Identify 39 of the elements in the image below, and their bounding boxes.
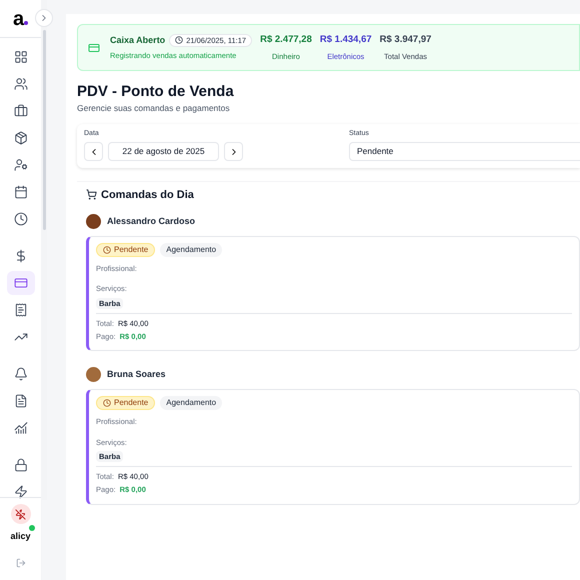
document-icon xyxy=(14,394,28,408)
client-name: Alessandro Cardoso xyxy=(107,214,196,228)
avatar xyxy=(86,367,101,382)
total-amount: R$ 2.477,28 xyxy=(260,32,312,47)
lightning-off-icon xyxy=(15,508,26,520)
logo: a xyxy=(12,8,28,28)
bell-icon xyxy=(14,367,28,381)
page-subtitle: Gerencie suas comandas e pagamentos xyxy=(77,102,231,114)
brand-logo: alicy xyxy=(10,532,31,541)
user-settings-icon xyxy=(14,158,28,172)
total-amount: R$ 1.434,67 xyxy=(320,32,372,47)
calendar-icon xyxy=(14,185,28,199)
orders-title: Comandas do Dia xyxy=(101,188,194,202)
lock-icon xyxy=(14,458,28,472)
date-field[interactable]: 22 de agosto de 2025 xyxy=(108,142,219,161)
receipt-icon xyxy=(14,303,28,317)
total-amount: R$ 3.947,97 xyxy=(380,32,432,47)
type-badge: Agendamento xyxy=(160,396,222,410)
users-icon xyxy=(14,77,28,91)
cash-title: Caixa Aberto xyxy=(110,34,166,47)
nav-item[interactable] xyxy=(6,271,34,295)
logout-icon[interactable] xyxy=(16,558,26,568)
disconnect-button[interactable] xyxy=(10,504,30,524)
card-icon xyxy=(88,42,100,54)
chart-icon xyxy=(14,421,28,435)
status-badge: Pendente xyxy=(96,243,156,257)
package-icon xyxy=(14,131,28,145)
briefcase-icon xyxy=(14,104,28,118)
status-select[interactable]: Pendente xyxy=(349,142,580,161)
cart-icon xyxy=(86,189,97,200)
dashboard-icon xyxy=(14,50,28,64)
avatar xyxy=(86,214,101,229)
clock-icon xyxy=(14,212,28,226)
client-name: Bruna Soares xyxy=(107,368,166,381)
credit-card-icon xyxy=(14,276,28,290)
page-title: PDV - Ponto de Venda xyxy=(77,83,235,102)
type-badge: Agendamento xyxy=(160,243,222,257)
status-badge: Pendente xyxy=(96,396,156,410)
lightning-icon xyxy=(14,485,28,499)
